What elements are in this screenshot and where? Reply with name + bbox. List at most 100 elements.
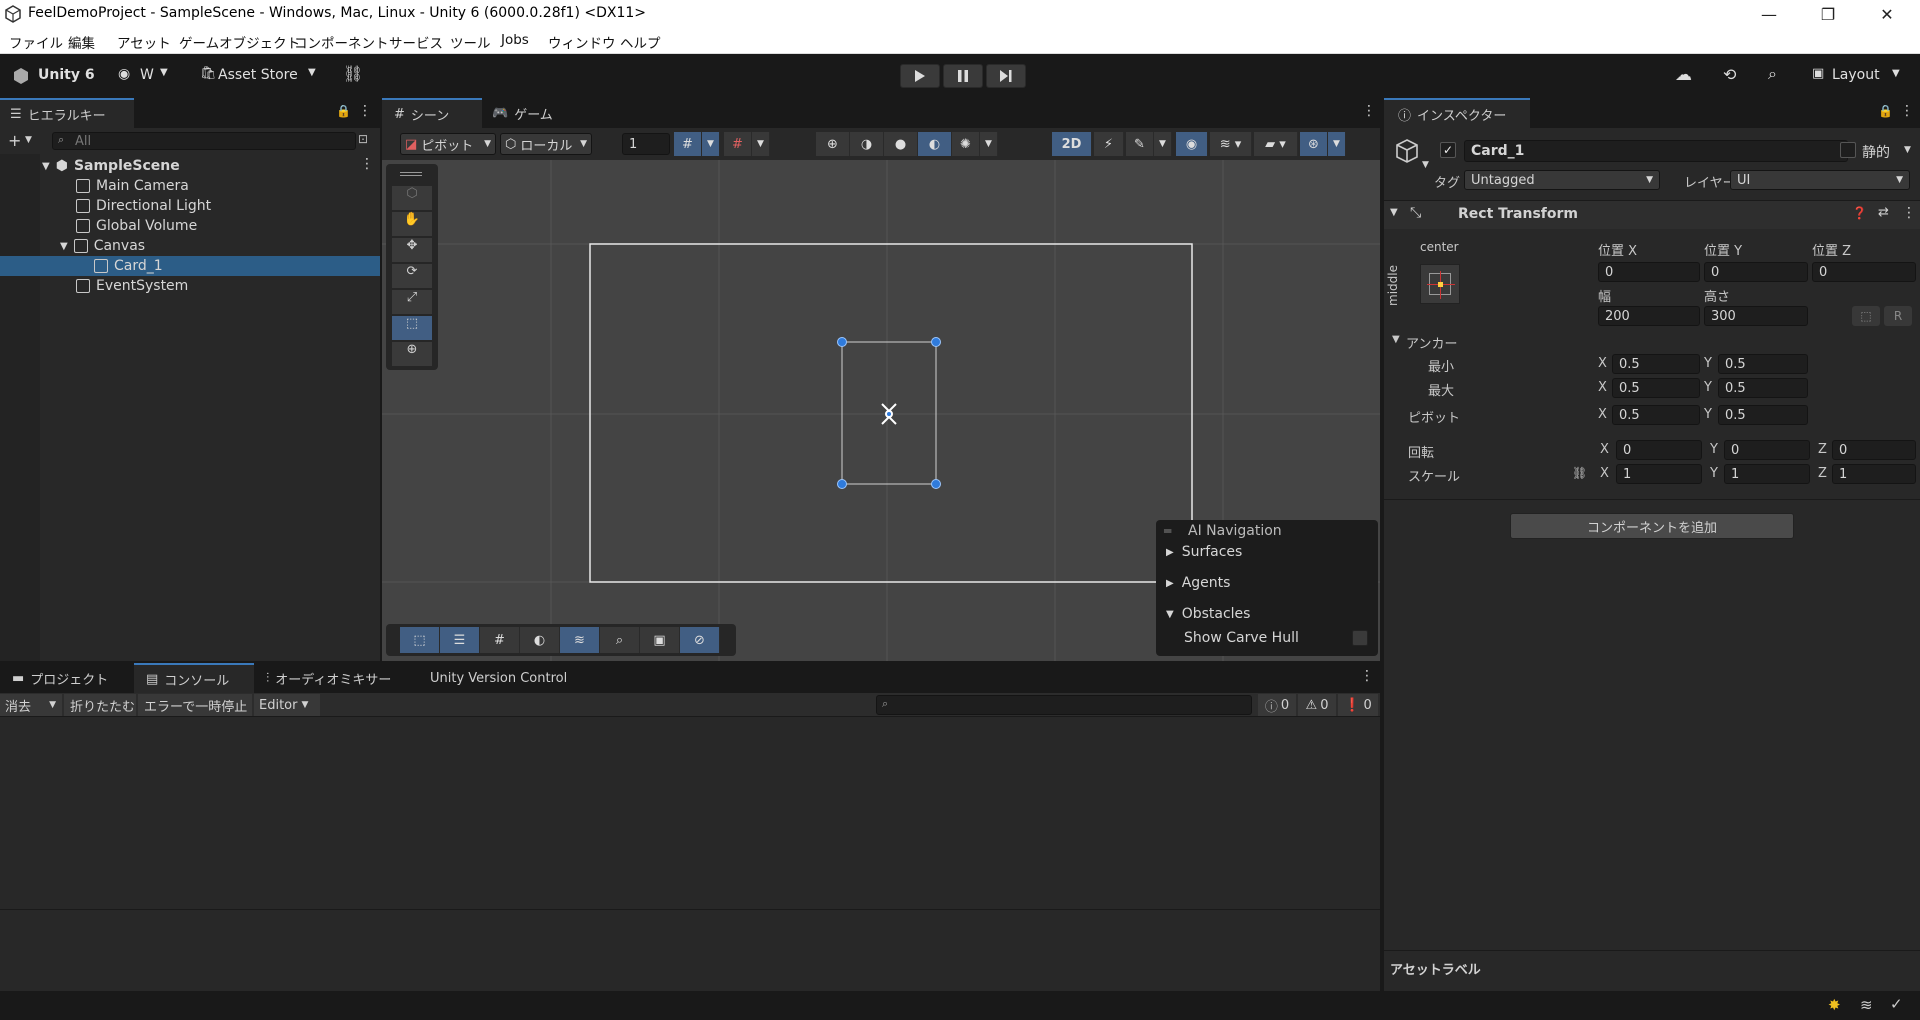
grid-snap-dropdown[interactable]: ▼ bbox=[702, 132, 720, 156]
draw-mode-unlit-button[interactable]: ● bbox=[884, 132, 918, 156]
menu-window[interactable]: ウィンドウ bbox=[548, 32, 616, 52]
menu-file[interactable]: ファイル bbox=[9, 32, 63, 52]
camera-dropdown[interactable]: ▰ ▾ bbox=[1254, 132, 1298, 156]
active-checkbox[interactable]: ✓ bbox=[1440, 142, 1456, 158]
chevron-down-icon[interactable]: ▼ bbox=[1422, 160, 1429, 170]
tag-dropdown[interactable]: Untagged ▼ bbox=[1464, 170, 1660, 190]
warning-count-button[interactable]: ⚠ 0 bbox=[1298, 694, 1336, 716]
rect-tool-button[interactable]: ⬚ bbox=[392, 316, 432, 340]
cloud-icon[interactable]: ☁ bbox=[1675, 65, 1692, 85]
maximize-button[interactable]: ❐ bbox=[1805, 0, 1851, 28]
tab-scene[interactable]: # シーン bbox=[382, 98, 482, 128]
raw-edit-button[interactable]: R bbox=[1884, 306, 1912, 326]
tab-inspector[interactable]: ⓘ インスペクター bbox=[1384, 98, 1530, 128]
constrain-proportions-icon[interactable]: ⛓ bbox=[1572, 466, 1587, 480]
lock-icon[interactable]: 🔒 bbox=[1878, 104, 1893, 118]
rotation-x-input[interactable]: 0 bbox=[1616, 440, 1702, 460]
progress-done-icon[interactable]: ✓ bbox=[1890, 995, 1903, 1013]
menu-services[interactable]: サービス bbox=[389, 32, 443, 52]
height-input[interactable]: 300 bbox=[1704, 306, 1808, 326]
add-icon[interactable]: + bbox=[8, 131, 21, 150]
rotation-y-input[interactable]: 0 bbox=[1724, 440, 1810, 460]
draw-mode-shaded-button[interactable]: ◐ bbox=[918, 132, 952, 156]
debug-draw-button[interactable]: ✺ bbox=[952, 132, 980, 156]
pivot-x-input[interactable]: 0.5 bbox=[1612, 405, 1700, 425]
anchor-min-y-input[interactable]: 0.5 bbox=[1718, 354, 1808, 374]
grid-snap-button[interactable]: # bbox=[674, 132, 702, 156]
show-carve-hull-checkbox[interactable] bbox=[1352, 630, 1368, 646]
version-control-icon[interactable]: ⛓ bbox=[343, 64, 363, 83]
account-icon[interactable]: ◉ bbox=[118, 66, 130, 82]
audio-toggle-button[interactable]: ✎ bbox=[1126, 132, 1154, 156]
anchor-min-x-input[interactable]: 0.5 bbox=[1612, 354, 1700, 374]
editor-dropdown[interactable]: Editor ▼ bbox=[254, 694, 320, 716]
anchor-preset-button[interactable] bbox=[1420, 264, 1460, 304]
lock-icon[interactable]: 🔒 bbox=[336, 104, 351, 118]
scale-x-input[interactable]: 1 bbox=[1616, 464, 1702, 484]
hierarchy-item[interactable]: Main Camera bbox=[76, 176, 189, 196]
cache-server-icon[interactable]: ≋ bbox=[1860, 996, 1873, 1014]
chevron-down-icon[interactable]: ▼ bbox=[1904, 145, 1911, 155]
overlay-visibility-button[interactable]: ▣ bbox=[640, 627, 680, 653]
pivot-y-input[interactable]: 0.5 bbox=[1718, 405, 1808, 425]
asset-store-button[interactable]: Asset Store bbox=[218, 67, 298, 83]
tab-version-control[interactable]: Unity Version Control bbox=[430, 663, 610, 693]
tab-game[interactable]: 🎮 ゲーム bbox=[492, 98, 582, 128]
add-component-button[interactable]: コンポーネントを追加 bbox=[1510, 513, 1794, 539]
scale-y-input[interactable]: 1 bbox=[1724, 464, 1810, 484]
ai-nav-obstacles[interactable]: ▼ Obstacles bbox=[1166, 604, 1250, 624]
collapse-button[interactable]: 折りたたむ bbox=[64, 694, 136, 716]
menu-assets[interactable]: アセット bbox=[117, 32, 171, 52]
menu-gameobject[interactable]: ゲームオブジェクト bbox=[179, 32, 300, 52]
grid-size-input[interactable]: 1 bbox=[622, 133, 670, 155]
overlay-compass-button[interactable]: ⊘ bbox=[680, 627, 720, 653]
tab-audio-mixer[interactable]: ⫶ オーディオミキサー bbox=[266, 663, 396, 693]
effects-dropdown[interactable]: ▼ bbox=[1154, 132, 1172, 156]
hierarchy-item[interactable]: ▼ Canvas bbox=[60, 236, 145, 256]
rotation-z-input[interactable]: 0 bbox=[1832, 440, 1916, 460]
close-button[interactable]: ✕ bbox=[1864, 0, 1910, 28]
increment-snap-dropdown[interactable]: ▼ bbox=[752, 132, 770, 156]
rect-handle[interactable] bbox=[837, 479, 847, 489]
layer-dropdown[interactable]: UI ▼ bbox=[1730, 170, 1910, 190]
mode-2d-button[interactable]: 2D bbox=[1052, 132, 1092, 156]
lightbulb-icon[interactable]: ✸ bbox=[1828, 996, 1841, 1014]
debug-draw-dropdown[interactable]: ▼ bbox=[980, 132, 998, 156]
lighting-toggle-button[interactable]: ⚡ bbox=[1094, 132, 1124, 156]
error-pause-button[interactable]: エラーで一時停止 bbox=[138, 694, 252, 716]
account-button[interactable]: W bbox=[140, 67, 154, 83]
overlay-layers-button[interactable]: ≋ bbox=[560, 627, 600, 653]
drag-handle-icon[interactable]: ═ bbox=[1164, 524, 1171, 538]
layout-dropdown[interactable]: Layout bbox=[1832, 67, 1880, 83]
pos-y-input[interactable]: 0 bbox=[1704, 262, 1808, 282]
tab-project[interactable]: ▬ プロジェクト bbox=[0, 663, 130, 693]
scale-z-input[interactable]: 1 bbox=[1832, 464, 1916, 484]
menu-tools[interactable]: ツール bbox=[450, 32, 491, 52]
tab-hierarchy[interactable]: ☰ ヒエラルキー bbox=[0, 98, 134, 128]
console-search-input[interactable]: ⌕ bbox=[876, 695, 1252, 715]
pause-button[interactable] bbox=[943, 64, 983, 88]
rect-handle[interactable] bbox=[931, 479, 941, 489]
tab-console[interactable]: ▤ コンソール bbox=[134, 663, 254, 693]
overlay-rect-button[interactable]: ⬚ bbox=[400, 627, 440, 653]
pos-x-input[interactable]: 0 bbox=[1598, 262, 1700, 282]
menu-component[interactable]: コンポーネント bbox=[294, 32, 389, 52]
increment-snap-button[interactable]: # bbox=[724, 132, 752, 156]
clear-button[interactable]: 消去 ▼ bbox=[0, 694, 62, 716]
hierarchy-search-input[interactable]: ⌕ All bbox=[52, 132, 356, 150]
more-icon[interactable]: ⋮ bbox=[1900, 103, 1914, 119]
view-tool-button[interactable]: ⬡ bbox=[392, 186, 432, 210]
overlay-shading-button[interactable]: ◐ bbox=[520, 627, 560, 653]
blueprint-mode-button[interactable]: ⬚ bbox=[1852, 306, 1880, 326]
hierarchy-item[interactable]: Global Volume bbox=[76, 216, 197, 236]
rotate-tool-button[interactable]: ⟳ bbox=[392, 264, 432, 288]
local-dropdown[interactable]: ⬡ ローカル ▼ bbox=[500, 133, 592, 155]
help-icon[interactable]: ❓ bbox=[1852, 206, 1867, 220]
scene-row[interactable]: ▼ ⬢ SampleScene bbox=[42, 156, 380, 176]
name-input[interactable]: Card_1 bbox=[1464, 140, 1848, 162]
scene-visibility-button[interactable]: ◉ bbox=[1176, 132, 1208, 156]
more-icon[interactable]: ⋮ bbox=[1362, 103, 1376, 119]
anchor-max-x-input[interactable]: 0.5 bbox=[1612, 378, 1700, 398]
overlay-grid-button[interactable]: # bbox=[480, 627, 520, 653]
hand-tool-button[interactable]: ✋ bbox=[392, 212, 432, 236]
